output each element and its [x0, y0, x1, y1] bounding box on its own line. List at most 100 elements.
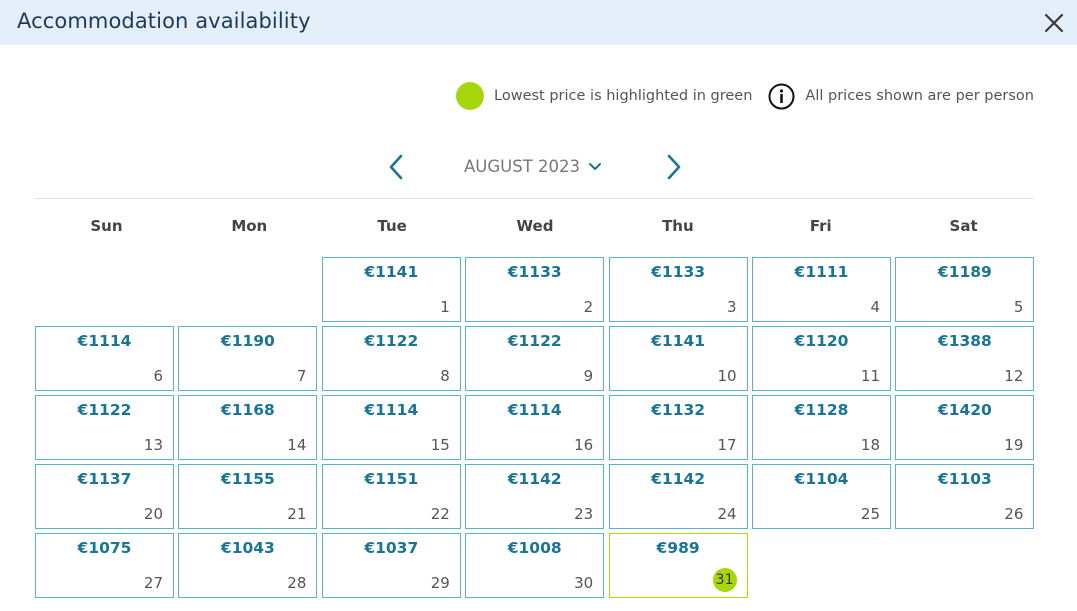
day-price: €1190: [220, 332, 275, 350]
chevron-left-icon: [389, 154, 403, 180]
calendar-grid: Sun Mon Tue Wed Thu Fri Sat €1141 1 €1133 2…: [35, 208, 1035, 611]
info-icon: [768, 83, 795, 110]
weekday-tue: Tue: [377, 217, 407, 235]
day-number: 28: [287, 574, 307, 592]
day-price: €1122: [507, 332, 562, 350]
day-number: 11: [860, 367, 880, 385]
day-cell-14[interactable]: €1168 14: [178, 395, 318, 460]
day-price: €1189: [937, 263, 992, 281]
day-number: 8: [440, 367, 450, 385]
day-price: €1168: [220, 401, 275, 419]
close-icon: [1044, 13, 1064, 33]
day-price: €1141: [364, 263, 419, 281]
weekday-fri: Fri: [809, 217, 832, 235]
day-price: €1151: [364, 470, 419, 488]
day-cell-13[interactable]: €1122 13: [35, 395, 174, 460]
day-cell-27[interactable]: €1075 27: [35, 533, 174, 598]
day-price: €1133: [507, 263, 562, 281]
day-number: 30: [574, 574, 594, 592]
day-cell-10[interactable]: €1141 10: [608, 326, 748, 391]
day-number: 29: [430, 574, 450, 592]
day-cell-29[interactable]: €1037 29: [321, 533, 461, 598]
month-dropdown[interactable]: AUGUST 2023: [464, 157, 602, 176]
month-label: AUGUST 2023: [464, 157, 581, 176]
day-price: €1122: [77, 401, 132, 419]
day-number: 1: [440, 298, 450, 316]
day-number: 21: [287, 505, 307, 523]
day-number: 23: [574, 505, 594, 523]
day-cell-19[interactable]: €1420 19: [895, 395, 1035, 460]
day-price: €989: [656, 539, 700, 557]
day-price: €1114: [364, 401, 419, 419]
day-cell-6[interactable]: €1114 6: [35, 326, 174, 391]
close-button[interactable]: [1043, 12, 1065, 34]
day-cell-28[interactable]: €1043 28: [178, 533, 318, 598]
day-number: 16: [574, 436, 594, 454]
legend-lowest-label: Lowest price is highlighted in green: [494, 88, 753, 104]
previous-month-button[interactable]: [384, 153, 408, 181]
next-month-button[interactable]: [662, 153, 686, 181]
day-number: 9: [583, 367, 594, 385]
weekday-header-row: Sun Mon Tue Wed Thu Fri Sat: [35, 208, 1035, 244]
day-number: 2: [583, 298, 594, 316]
day-number: 24: [717, 505, 737, 523]
day-cell-12[interactable]: €1388 12: [895, 326, 1035, 391]
day-cell-31[interactable]: €989 31: [608, 533, 748, 598]
day-cell-3[interactable]: €1133 3: [608, 257, 748, 322]
day-number: 26: [1004, 505, 1024, 523]
day-number: 15: [430, 436, 450, 454]
day-price: €1114: [77, 332, 132, 350]
day-cell-8[interactable]: €1122 8: [321, 326, 461, 391]
dialog-header: Accommodation availability: [0, 0, 1077, 45]
day-cell-4[interactable]: €1111 4: [752, 257, 891, 322]
weekday-thu: Thu: [662, 217, 694, 235]
day-price: €1104: [794, 470, 849, 488]
day-number: 20: [143, 505, 163, 523]
legend: Lowest price is highlighted in green All…: [456, 82, 1034, 110]
day-price: €1142: [507, 470, 562, 488]
day-cell-7[interactable]: €1190 7: [178, 326, 318, 391]
day-cell-21[interactable]: €1155 21: [178, 464, 318, 529]
day-cell-11[interactable]: €1120 11: [752, 326, 891, 391]
day-cell-30[interactable]: €1008 30: [465, 533, 605, 598]
day-cell-17[interactable]: €1132 17: [608, 395, 748, 460]
day-price: €1114: [507, 401, 562, 419]
day-cell-16[interactable]: €1114 16: [465, 395, 605, 460]
day-number: 10: [717, 367, 737, 385]
day-cell-2[interactable]: €1133 2: [465, 257, 605, 322]
chevron-right-icon: [667, 154, 681, 180]
weekday-mon: Mon: [231, 217, 268, 235]
day-cell-23[interactable]: €1142 23: [465, 464, 605, 529]
day-number: 27: [143, 574, 163, 592]
day-cell-26[interactable]: €1103 26: [895, 464, 1035, 529]
day-price: €1141: [651, 332, 706, 350]
dialog-title: Accommodation availability: [17, 9, 311, 33]
day-price: €1137: [77, 470, 132, 488]
day-cell-15[interactable]: €1114 15: [321, 395, 461, 460]
day-cell-24[interactable]: €1142 24: [608, 464, 748, 529]
day-price: €1008: [507, 539, 562, 557]
day-cell-20[interactable]: €1137 20: [35, 464, 174, 529]
day-price: €1037: [364, 539, 419, 557]
day-price: €1388: [937, 332, 992, 350]
day-number: 18: [860, 436, 880, 454]
day-price: €1103: [937, 470, 992, 488]
day-cell-1[interactable]: €1141 1: [321, 257, 461, 322]
day-price: €1133: [651, 263, 706, 281]
day-price: €1155: [220, 470, 275, 488]
day-cell-5[interactable]: €1189 5: [895, 257, 1035, 322]
day-cell-25[interactable]: €1104 25: [752, 464, 891, 529]
day-price: €1111: [794, 263, 849, 281]
day-price: €1132: [651, 401, 706, 419]
day-price: €1420: [937, 401, 992, 419]
day-number: 31: [712, 568, 737, 592]
day-number: 22: [430, 505, 450, 523]
day-number: 6: [153, 367, 163, 385]
day-number: 3: [727, 298, 737, 316]
day-cell-22[interactable]: €1151 22: [321, 464, 461, 529]
day-number: 7: [296, 367, 307, 385]
legend-per-person-label: All prices shown are per person: [805, 88, 1034, 104]
day-cell-9[interactable]: €1122 9: [465, 326, 605, 391]
day-price: €1075: [77, 539, 132, 557]
day-cell-18[interactable]: €1128 18: [752, 395, 891, 460]
